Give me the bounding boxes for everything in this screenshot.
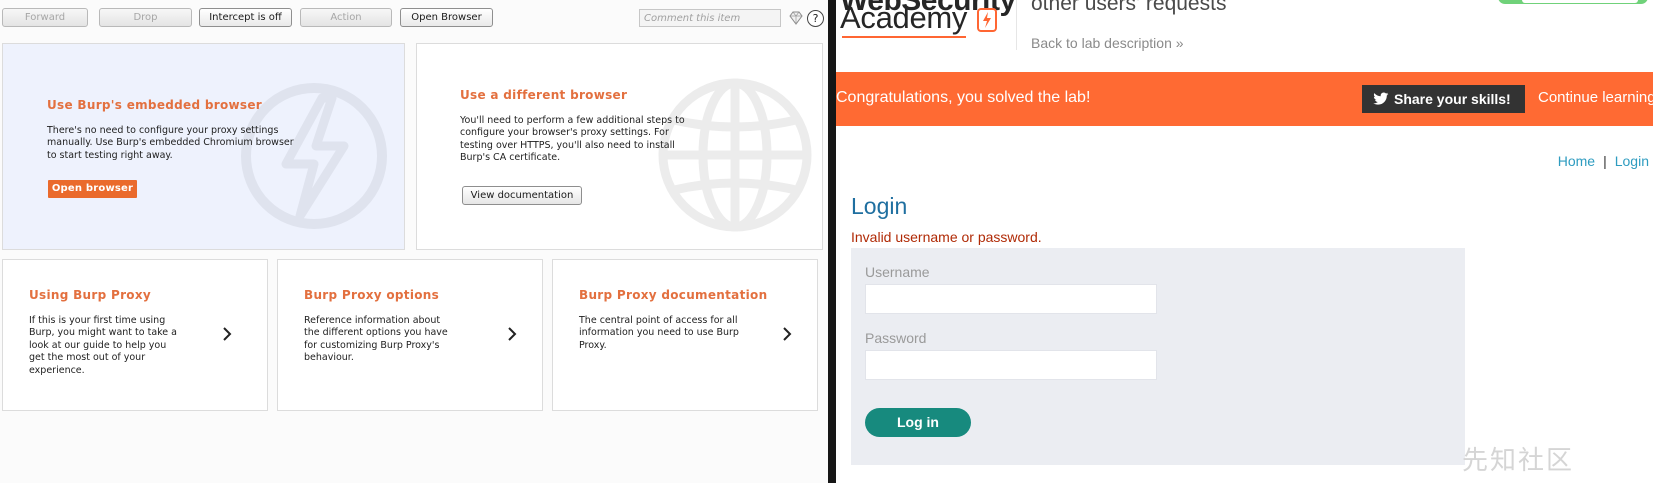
forward-button[interactable]: Forward	[2, 8, 88, 27]
chevron-right-icon[interactable]	[782, 327, 792, 341]
login-form: Username Password Log in	[851, 248, 1465, 465]
window-divider	[828, 0, 836, 483]
username-input[interactable]	[865, 284, 1157, 314]
different-browser-title: Use a different browser	[460, 88, 628, 102]
log-in-button[interactable]: Log in	[865, 408, 971, 437]
share-skills-label: Share your skills!	[1394, 91, 1511, 107]
back-to-lab-description-link[interactable]: Back to lab description »	[1031, 35, 1184, 51]
highlight-diamond-icon[interactable]	[788, 10, 804, 26]
lab-title: other users' requests	[1031, 0, 1227, 15]
different-browser-card: Use a different browser You'll need to p…	[416, 43, 823, 250]
watermark: 先知社区	[1462, 445, 1575, 475]
intercept-toggle-button[interactable]: Intercept is off	[199, 8, 292, 27]
nav-separator: |	[1603, 153, 1607, 169]
top-nav: Home | Login	[1558, 153, 1649, 169]
different-browser-text: You'll need to perform a few additional …	[460, 115, 685, 164]
burp-proxy-documentation-title: Burp Proxy documentation	[579, 288, 768, 302]
login-heading: Login	[851, 193, 908, 219]
logo-academy-text: Academy	[840, 0, 968, 35]
burp-proxy-documentation-text: The central point of access for all info…	[579, 315, 739, 351]
lab-status-inner	[1522, 0, 1638, 3]
embedded-browser-text: There's no need to configure your proxy …	[47, 125, 294, 161]
continue-learning-link[interactable]: Continue learning	[1538, 89, 1653, 106]
help-icon[interactable]: ?	[807, 10, 824, 27]
burp-proxy-options-card[interactable]: Burp Proxy options Reference information…	[277, 259, 543, 411]
password-label: Password	[865, 330, 927, 346]
username-label: Username	[865, 264, 930, 280]
solved-banner: Congratulations, you solved the lab! Sha…	[836, 72, 1653, 126]
open-browser-toolbar-button[interactable]: Open Browser	[400, 8, 493, 27]
comment-input[interactable]: Comment this item	[639, 9, 781, 27]
burp-proxy-options-text: Reference information about the differen…	[304, 315, 448, 364]
embedded-browser-title: Use Burp's embedded browser	[47, 98, 262, 112]
nav-home-link[interactable]: Home	[1558, 153, 1595, 169]
chevron-right-icon[interactable]	[222, 327, 232, 341]
chevron-right-icon[interactable]	[507, 327, 517, 341]
login-error-message: Invalid username or password.	[851, 229, 1042, 245]
browser-viewport: WebSecurity Academy other users' request…	[836, 0, 1653, 483]
congratulations-message: Congratulations, you solved the lab!	[836, 89, 1091, 106]
action-button[interactable]: Action	[300, 8, 392, 27]
using-burp-proxy-text: If this is your first time using Burp, y…	[29, 315, 177, 376]
open-browser-button[interactable]: Open browser	[48, 180, 137, 198]
view-documentation-button[interactable]: View documentation	[462, 186, 582, 205]
academy-logo-icon	[977, 8, 997, 32]
burp-proxy-options-title: Burp Proxy options	[304, 288, 440, 302]
drop-button[interactable]: Drop	[99, 8, 192, 27]
using-burp-proxy-card[interactable]: Using Burp Proxy If this is your first t…	[2, 259, 268, 411]
header-separator	[1016, 0, 1017, 50]
burp-proxy-panel: Forward Drop Intercept is off Action Ope…	[0, 0, 828, 483]
using-burp-proxy-title: Using Burp Proxy	[29, 288, 152, 302]
burp-proxy-documentation-card[interactable]: Burp Proxy documentation The central poi…	[552, 259, 818, 411]
nav-login-link[interactable]: Login	[1615, 153, 1649, 169]
logo-underline	[842, 36, 966, 38]
share-skills-button[interactable]: Share your skills!	[1362, 85, 1525, 113]
password-input[interactable]	[865, 350, 1157, 380]
twitter-icon	[1373, 92, 1389, 105]
embedded-browser-card: Use Burp's embedded browser There's no n…	[2, 43, 405, 250]
